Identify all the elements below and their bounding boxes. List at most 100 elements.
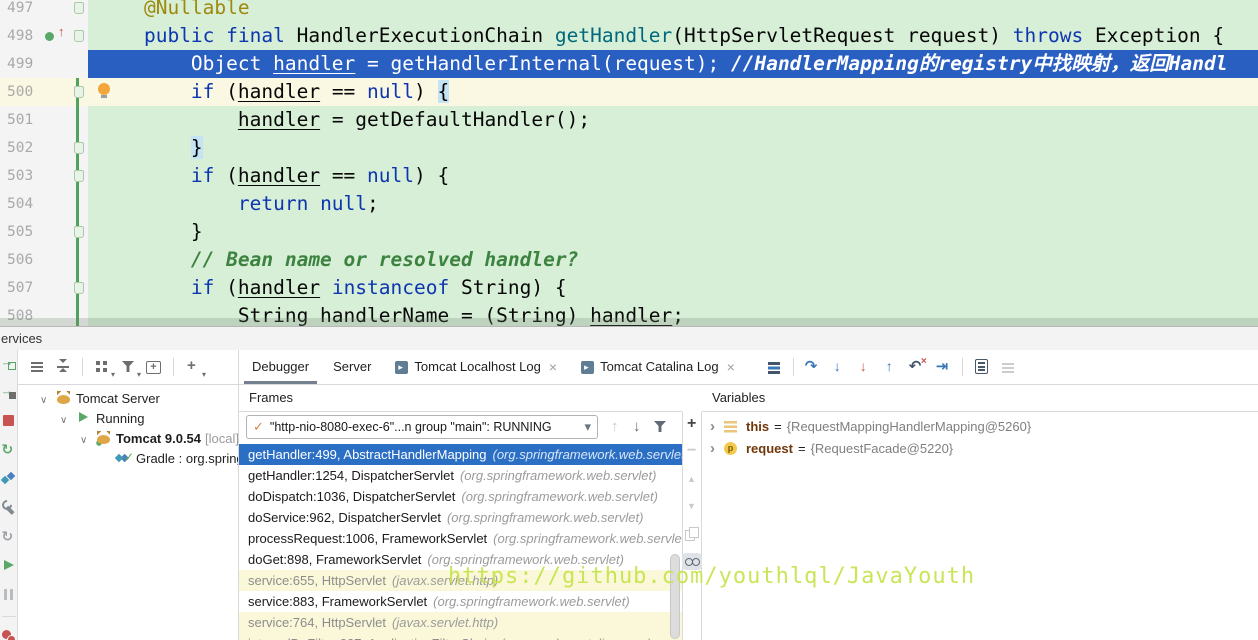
code-text[interactable]: if (handler == null) { (88, 78, 1258, 106)
code-text[interactable]: } (88, 134, 1258, 162)
frame-row[interactable]: internalDoFilter:227, ApplicationFilterC… (239, 633, 682, 640)
code-text[interactable]: public final HandlerExecutionChain getHa… (88, 22, 1258, 50)
frame-row[interactable]: doDispatch:1036, DispatcherServlet (org.s… (239, 486, 682, 507)
prev-frame-icon[interactable] (608, 418, 624, 435)
line-number[interactable]: 501 (0, 106, 40, 134)
gutter[interactable] (40, 22, 88, 50)
duplicate-icon[interactable] (684, 526, 700, 542)
add-icon[interactable] (185, 357, 206, 379)
code-text[interactable]: } (88, 218, 1258, 246)
chevron-expanded-icon[interactable] (80, 431, 96, 446)
code-line[interactable]: 501 handler = getDefaultHandler(); (0, 106, 1258, 134)
code-text[interactable]: // Bean name or resolved handler? (88, 246, 1258, 274)
gutter[interactable] (40, 190, 88, 218)
code-text[interactable]: Object handler = getHandlerInternal(requ… (88, 50, 1258, 78)
step-out-icon[interactable] (883, 358, 899, 375)
step-over-icon[interactable] (805, 357, 821, 375)
close-icon[interactable] (719, 350, 735, 385)
move-down-icon[interactable] (684, 499, 700, 515)
code-line[interactable]: 497 @Nullable (0, 0, 1258, 22)
gutter[interactable] (40, 134, 88, 162)
line-number[interactable]: 502 (0, 134, 40, 162)
add-frame-icon[interactable] (146, 359, 162, 375)
line-number[interactable]: 499 (0, 50, 40, 78)
editor-hscrollbar[interactable] (0, 318, 1258, 326)
fold-marker-icon[interactable] (74, 86, 84, 98)
code-line[interactable]: 506 // Bean name or resolved handler? (0, 246, 1258, 274)
chevron-right-icon[interactable] (710, 440, 724, 457)
chevron-right-icon[interactable] (710, 418, 724, 435)
tree-item-tomcat-9054[interactable]: Tomcat 9.0.54[local] (18, 428, 238, 448)
tab-debugger[interactable]: Debugger (240, 350, 321, 384)
intention-bulb-icon[interactable] (98, 83, 110, 98)
frame-row[interactable]: doGet:898, FrameworkServlet (org.springfr… (239, 549, 682, 570)
expand-all-icon[interactable] (29, 359, 45, 375)
frame-row[interactable]: doService:962, DispatcherServlet (org.spr… (239, 507, 682, 528)
pause-icon[interactable] (1, 587, 17, 603)
gutter[interactable] (40, 162, 88, 190)
frame-row[interactable]: getHandler:1254, DispatcherServlet (org.s… (239, 465, 682, 486)
frame-row[interactable]: processRequest:1006, FrameworkServlet (or… (239, 528, 682, 549)
separator[interactable] (961, 358, 963, 376)
remove-watch-icon[interactable] (684, 442, 700, 461)
code-line[interactable]: 507 if (handler instanceof String) { (0, 274, 1258, 302)
gutter[interactable] (40, 106, 88, 134)
edit-config-icon[interactable] (1, 500, 17, 516)
collapse-all-icon[interactable] (55, 359, 71, 375)
frame-row[interactable]: getHandler:499, AbstractHandlerMapping (o… (239, 444, 682, 465)
thread-selector[interactable]: "http-nio-8080-exec-6"...n group "main":… (246, 415, 598, 439)
breakpoints-icon[interactable] (1, 629, 17, 640)
rerun-icon[interactable] (1, 354, 17, 371)
line-number[interactable]: 498 (0, 22, 40, 50)
evaluate-icon[interactable] (974, 359, 990, 375)
stream-trace-icon[interactable] (1000, 359, 1016, 375)
line-number[interactable]: 506 (0, 246, 40, 274)
fold-marker-icon[interactable] (74, 30, 84, 42)
code-line[interactable]: 499 Object handler = getHandlerInternal(… (0, 50, 1258, 78)
code-text[interactable]: if (handler instanceof String) { (88, 274, 1258, 302)
show-watches-icon[interactable] (682, 553, 702, 570)
chevron-expanded-icon[interactable] (40, 391, 56, 406)
code-line[interactable]: 500 if (handler == null) { (0, 78, 1258, 106)
fold-marker-icon[interactable] (74, 2, 84, 14)
code-line[interactable]: 502 } (0, 134, 1258, 162)
force-step-into-icon[interactable] (857, 358, 873, 375)
fold-marker-icon[interactable] (74, 142, 84, 154)
group-by-icon[interactable] (94, 359, 115, 379)
run-to-cursor-icon[interactable] (935, 357, 951, 375)
code-text[interactable]: if (handler == null) { (88, 162, 1258, 190)
reconnect-icon[interactable] (1, 528, 17, 545)
drop-frame-icon[interactable] (909, 356, 927, 375)
stop-icon[interactable] (1, 413, 17, 429)
gutter[interactable] (40, 246, 88, 274)
line-number[interactable]: 503 (0, 162, 40, 190)
filter-frames-icon[interactable] (652, 419, 668, 435)
override-marker-icon[interactable] (45, 24, 71, 44)
add-watch-icon[interactable] (684, 415, 700, 434)
gutter[interactable] (40, 274, 88, 302)
line-number[interactable]: 505 (0, 218, 40, 246)
code-text[interactable]: handler = getDefaultHandler(); (88, 106, 1258, 134)
gutter[interactable] (40, 78, 110, 106)
line-number[interactable]: 500 (0, 78, 40, 106)
variable-row[interactable]: request={RequestFacade@5220} (702, 437, 1258, 459)
chevron-expanded-icon[interactable] (60, 411, 76, 426)
tree-item-gradle[interactable]: Gradle : org.spring (18, 448, 238, 468)
gutter[interactable] (40, 50, 88, 78)
tab-tomcat-catalina-log[interactable]: Tomcat Catalina Log (569, 350, 747, 384)
step-into-icon[interactable] (831, 358, 847, 375)
fold-marker-icon[interactable] (74, 282, 84, 294)
line-number[interactable]: 504 (0, 190, 40, 218)
frame-row[interactable]: service:655, HttpServlet (javax.servlet.h… (239, 570, 682, 591)
code-line[interactable]: 503 if (handler == null) { (0, 162, 1258, 190)
code-line[interactable]: 504 return null; (0, 190, 1258, 218)
layout-icon[interactable] (766, 359, 782, 375)
separator[interactable] (792, 358, 794, 376)
resume-icon[interactable] (1, 558, 17, 574)
next-frame-icon[interactable] (630, 418, 646, 435)
separator[interactable] (82, 358, 83, 376)
fold-marker-icon[interactable] (74, 170, 84, 182)
fold-marker-icon[interactable] (74, 226, 84, 238)
frames-scrollbar-thumb[interactable] (670, 554, 680, 639)
line-number[interactable]: 497 (0, 0, 40, 22)
